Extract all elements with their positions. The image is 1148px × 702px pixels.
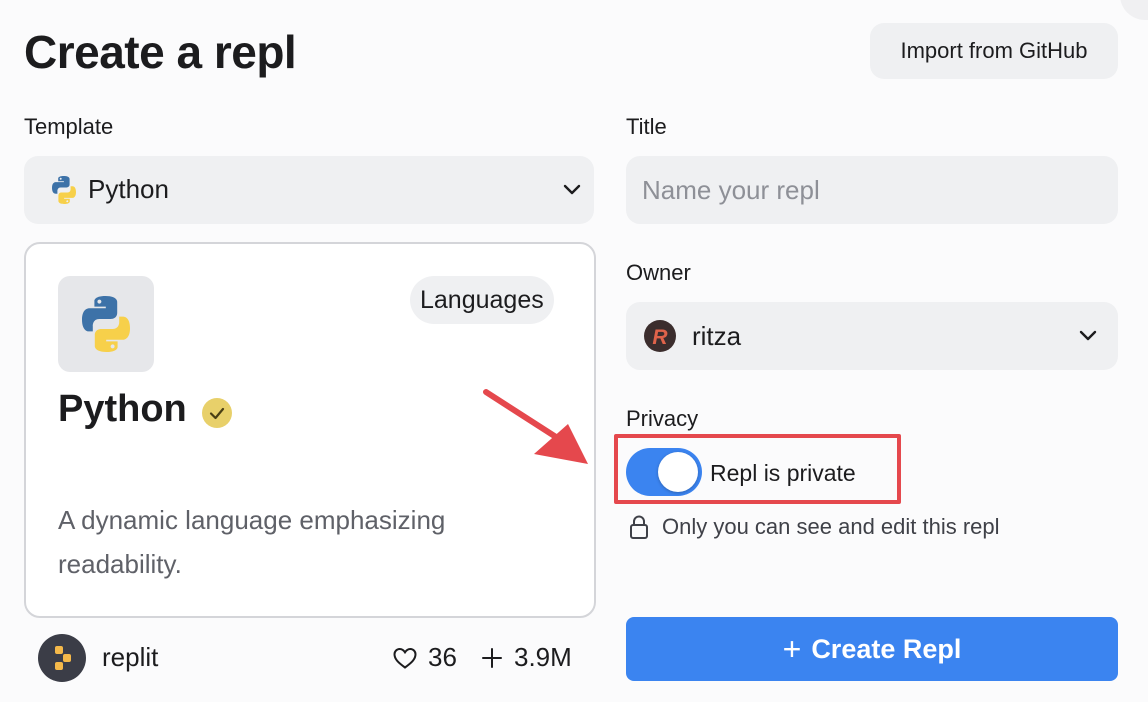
lock-icon bbox=[630, 515, 648, 539]
annotation-highlight-box bbox=[614, 434, 901, 504]
owner-select-value: ritza bbox=[692, 321, 742, 351]
template-select-value: Python bbox=[88, 174, 169, 204]
author-name[interactable]: replit bbox=[102, 642, 158, 673]
template-description: A dynamic language emphasizing readabili… bbox=[58, 505, 446, 579]
owner-label: Owner bbox=[626, 260, 691, 285]
privacy-label: Privacy bbox=[626, 406, 699, 431]
create-repl-label: Create Repl bbox=[811, 633, 962, 664]
languages-badge[interactable]: Languages bbox=[410, 276, 554, 324]
chevron-down-icon bbox=[1079, 330, 1097, 341]
privacy-note: Only you can see and edit this repl bbox=[662, 514, 1000, 539]
template-label: Template bbox=[24, 114, 114, 139]
template-name: Python bbox=[58, 388, 187, 430]
python-logo-icon bbox=[82, 296, 130, 352]
import-from-github-button[interactable]: Import from GitHub bbox=[870, 23, 1118, 79]
replit-avatar[interactable] bbox=[38, 634, 86, 682]
plus-icon: + bbox=[782, 631, 802, 667]
verified-check-icon bbox=[202, 398, 232, 428]
python-logo-icon bbox=[52, 176, 76, 204]
template-logo-tile bbox=[58, 276, 154, 372]
page-title: Create a repl bbox=[24, 26, 297, 78]
plus-icon bbox=[482, 648, 502, 668]
owner-avatar: R bbox=[644, 320, 676, 352]
template-select[interactable]: Python bbox=[24, 156, 594, 224]
annotation-arrow-icon bbox=[483, 389, 588, 464]
owner-select[interactable]: R ritza bbox=[626, 302, 1118, 370]
title-input[interactable] bbox=[626, 156, 1118, 224]
likes-count: 36 bbox=[428, 642, 457, 672]
create-repl-button[interactable]: + Create Repl bbox=[626, 617, 1118, 681]
owner-avatar-letter: R bbox=[652, 326, 668, 349]
corner-decoration bbox=[1120, 0, 1148, 20]
chevron-down-icon bbox=[563, 184, 581, 195]
heart-icon[interactable] bbox=[392, 646, 418, 670]
title-label: Title bbox=[626, 114, 667, 139]
template-meta-row: replit 36 3.9M bbox=[24, 632, 594, 684]
forks-count: 3.9M bbox=[514, 642, 572, 672]
